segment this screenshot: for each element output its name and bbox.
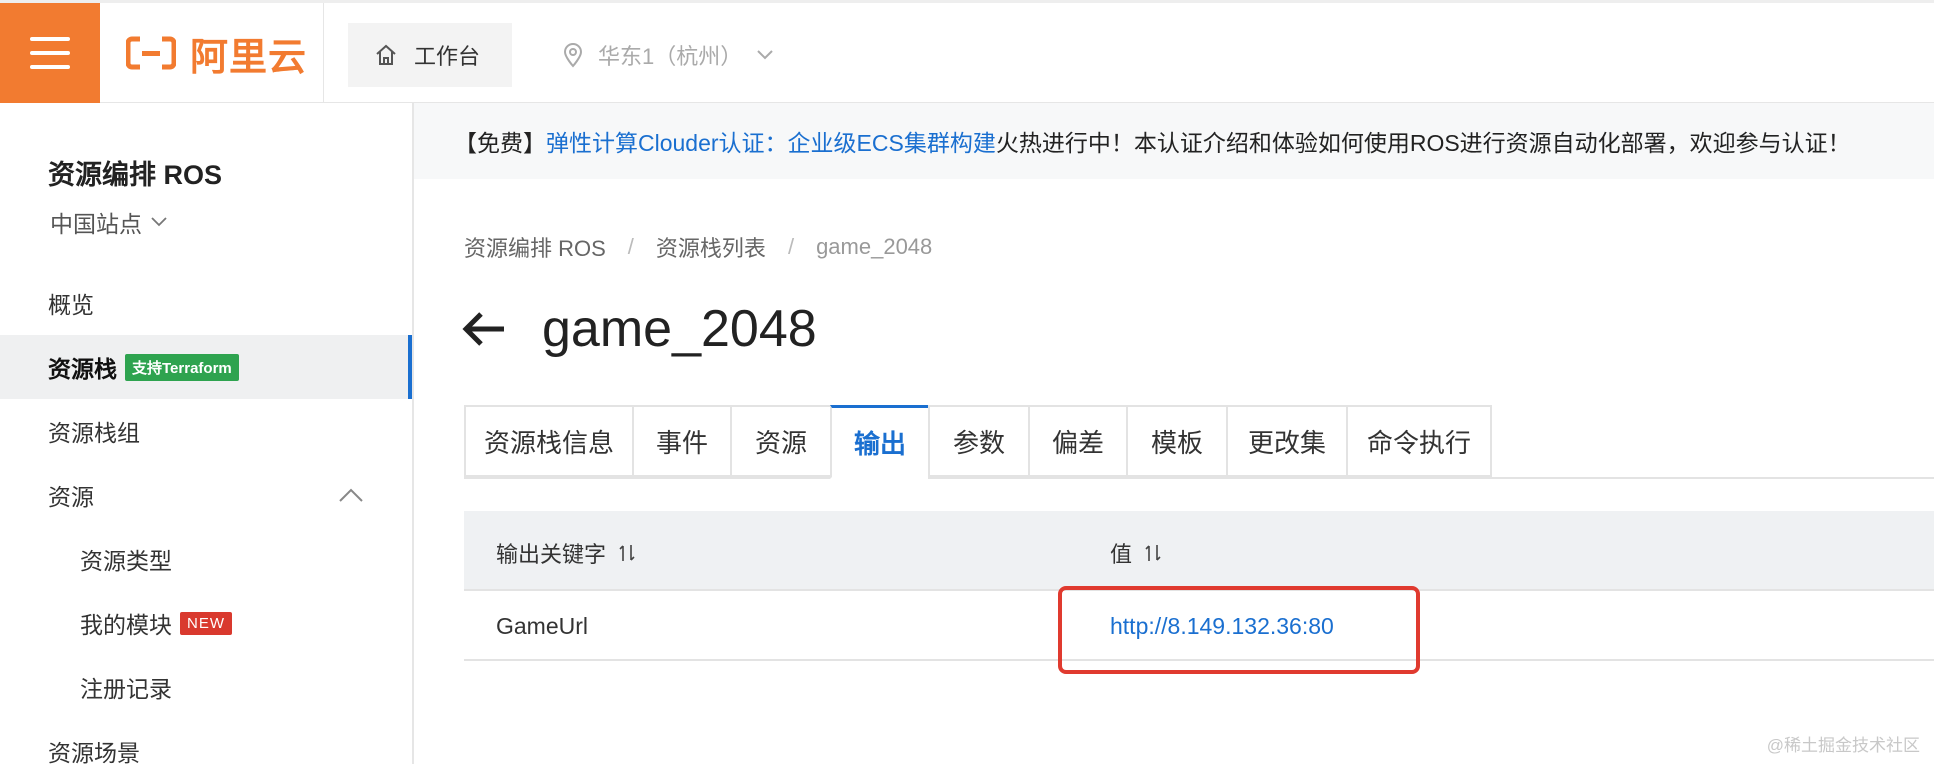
sidebar-title: 资源编排 ROS (48, 153, 222, 192)
logo-text: 阿里云 (190, 26, 307, 81)
menu-line (30, 51, 70, 55)
aliyun-logo[interactable]: 阿里云 (126, 29, 307, 77)
tab-outputs[interactable]: 输出 (830, 405, 928, 479)
tab-resources[interactable]: 资源 (730, 405, 830, 477)
tab-events[interactable]: 事件 (632, 405, 730, 477)
sidebar-item-label: 我的模块 (80, 606, 172, 640)
sidebar-item-label: 概览 (48, 286, 94, 320)
sidebar-item-resources[interactable]: 资源 (0, 463, 412, 527)
sidebar-item-overview[interactable]: 概览 (0, 271, 412, 335)
sidebar-item-my-modules[interactable]: 我的模块 NEW (0, 591, 412, 655)
sidebar-item-label: 资源场景 (48, 734, 140, 768)
sidebar: 资源编排 ROS 中国站点 概览 资源栈 支持Terraform 资源栈组 资源… (0, 103, 414, 764)
sort-icon[interactable] (618, 543, 636, 563)
sidebar-item-registrations[interactable]: 注册记录 (0, 655, 412, 719)
sort-icon[interactable] (1144, 543, 1162, 563)
sidebar-item-resource-scenarios[interactable]: 资源场景 (0, 719, 412, 783)
menu-line (30, 65, 70, 69)
sidebar-item-label: 资源类型 (80, 542, 172, 576)
promo-notice: 【免费】 弹性计算Clouder认证： 企业级ECS集群构建 火热进行中！本认证… (414, 103, 1934, 179)
notice-link-certification[interactable]: 弹性计算Clouder认证： (546, 124, 788, 158)
terraform-badge: 支持Terraform (125, 354, 239, 381)
sidebar-item-resource-types[interactable]: 资源类型 (0, 527, 412, 591)
stack-tabs: 资源栈信息 事件 资源 输出 参数 偏差 模板 更改集 命令执行 (464, 405, 1934, 479)
sidebar-item-label: 资源 (48, 478, 94, 512)
column-header-output-key[interactable]: 输出关键字 (496, 537, 636, 569)
workbench-button[interactable]: 工作台 (348, 23, 512, 87)
breadcrumb: 资源编排 ROS / 资源栈列表 / game_2048 (464, 231, 932, 263)
aliyun-logo-icon (126, 36, 176, 70)
home-icon (374, 43, 398, 67)
breadcrumb-item-ros[interactable]: 资源编排 ROS (464, 231, 606, 263)
chevron-down-icon (150, 216, 168, 228)
new-badge: NEW (180, 612, 232, 635)
sidebar-item-label: 注册记录 (80, 670, 172, 704)
sidebar-item-label: 资源栈组 (48, 414, 140, 448)
tab-stack-info[interactable]: 资源栈信息 (464, 405, 632, 477)
location-pin-icon (562, 42, 584, 68)
watermark: @稀土掘金技术社区 (1767, 731, 1920, 756)
sidebar-item-label: 资源栈 (48, 350, 117, 384)
output-key-cell: GameUrl (496, 613, 588, 640)
page-header: game_2048 (462, 299, 817, 359)
menu-line (30, 37, 70, 41)
table-header: 输出关键字 值 (464, 511, 1934, 591)
notice-link-ecs-cluster[interactable]: 企业级ECS集群构建 (788, 124, 996, 158)
workbench-label: 工作台 (414, 39, 480, 71)
tab-template[interactable]: 模板 (1126, 405, 1226, 477)
page-title: game_2048 (542, 299, 817, 359)
region-label: 华东1（杭州） (598, 39, 742, 71)
back-arrow-icon[interactable] (462, 311, 506, 347)
chevron-down-icon (756, 49, 774, 61)
tab-drift[interactable]: 偏差 (1028, 405, 1126, 477)
sidebar-item-stacks[interactable]: 资源栈 支持Terraform (0, 335, 412, 399)
tab-run-command[interactable]: 命令执行 (1346, 405, 1492, 477)
notice-suffix: 火热进行中！本认证介绍和体验如何使用ROS进行资源自动化部署，欢迎参与认证！ (996, 124, 1851, 158)
column-header-label: 值 (1110, 537, 1132, 569)
breadcrumb-item-current: game_2048 (816, 234, 932, 260)
hamburger-menu-button[interactable] (0, 3, 100, 103)
tab-change-sets[interactable]: 更改集 (1226, 405, 1346, 477)
breadcrumb-separator: / (628, 234, 634, 260)
breadcrumb-item-stack-list[interactable]: 资源栈列表 (656, 231, 766, 263)
site-selector[interactable]: 中国站点 (50, 205, 168, 239)
chevron-up-icon[interactable] (338, 487, 364, 503)
region-selector[interactable]: 华东1（杭州） (562, 23, 774, 87)
notice-prefix: 【免费】 (454, 124, 546, 158)
top-bar: 阿里云 工作台 华东1（杭州） (0, 0, 1934, 103)
annotation-highlight-box (1058, 586, 1420, 674)
column-header-label: 输出关键字 (496, 537, 606, 569)
sidebar-item-stack-groups[interactable]: 资源栈组 (0, 399, 412, 463)
divider (323, 3, 324, 103)
tab-parameters[interactable]: 参数 (928, 405, 1028, 477)
column-header-value[interactable]: 值 (1110, 537, 1162, 569)
breadcrumb-separator: / (788, 234, 794, 260)
site-label: 中国站点 (50, 205, 142, 239)
